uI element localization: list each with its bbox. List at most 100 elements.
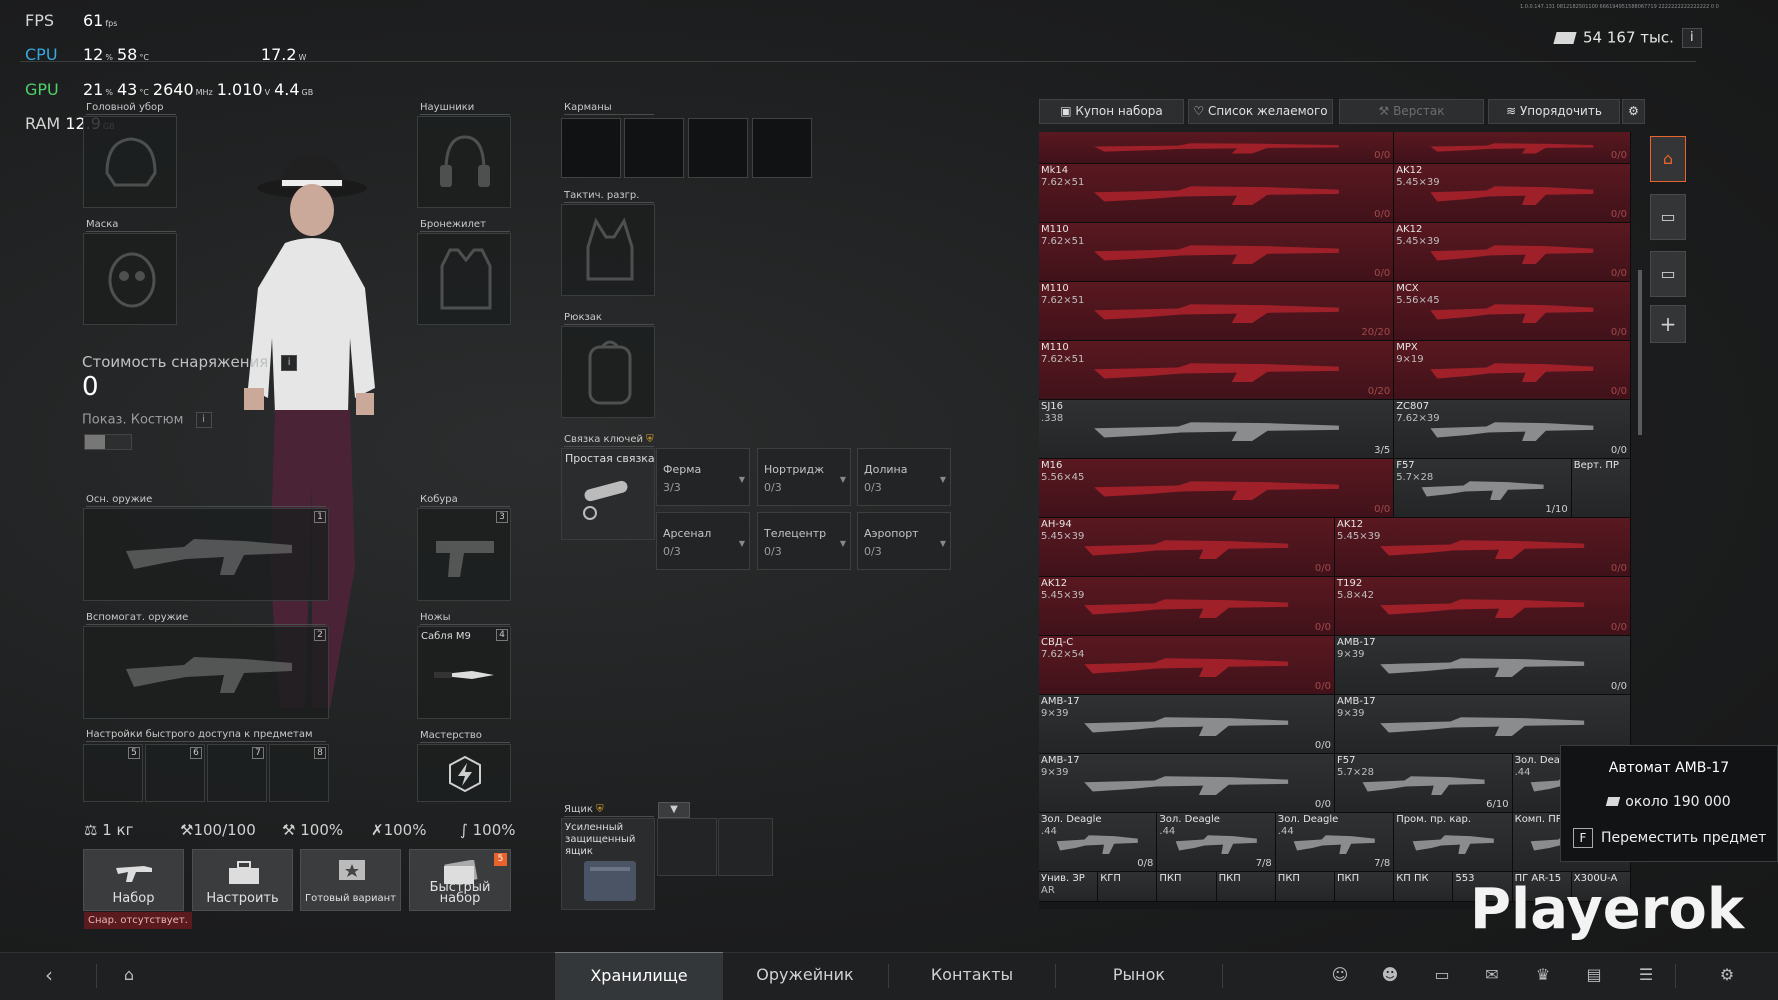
stash-item[interactable]: M110 7.62×51 0/20 [1039, 341, 1395, 401]
stash-item[interactable]: M110 7.62×51 20/20 [1039, 282, 1395, 342]
stash-item[interactable]: Пром. пр. кар. [1394, 813, 1513, 873]
tab-market[interactable]: Рынок [1056, 952, 1222, 1000]
stash-item[interactable]: AK12 5.45×39 0/0 [1394, 164, 1631, 224]
box-slot[interactable]: Усиленный защищенный ящик [561, 818, 655, 910]
keyring-slot[interactable]: Простая связка [561, 448, 655, 540]
trophy-button[interactable]: ♛ [1531, 963, 1555, 987]
key-cell[interactable]: Нортридж 0/3 ▼ [757, 448, 851, 506]
box-cell[interactable] [657, 818, 717, 876]
quick-loadout-button[interactable]: 5 Быстрый набор [409, 849, 511, 911]
stash-item[interactable]: AK12 5.45×39 0/0 [1394, 223, 1631, 283]
secondary-slot[interactable]: 2 [83, 626, 329, 719]
stash-tab-2[interactable]: ▭ [1650, 251, 1686, 297]
pocket-slot[interactable] [752, 118, 812, 178]
sort-button[interactable]: ≋ Упорядочить [1488, 99, 1620, 124]
currency-info-button[interactable]: i [1681, 28, 1702, 48]
stash-item[interactable]: ПКП [1335, 872, 1395, 902]
tooltip-action[interactable]: F Переместить предмет [1573, 828, 1766, 848]
stash-item[interactable]: F57 5.7×28 1/10 [1394, 459, 1572, 519]
mask-slot[interactable] [83, 233, 177, 325]
workbench-button[interactable]: ⚒ Верстак [1339, 99, 1484, 124]
mail-button[interactable]: ✉ [1480, 963, 1504, 987]
key-cell[interactable]: Долина 0/3 ▼ [857, 448, 951, 506]
stash-item[interactable]: ПКП [1157, 872, 1217, 902]
stash-item[interactable]: СВД-С 7.62×54 0/0 [1039, 636, 1335, 696]
key-cell[interactable]: Ферма 3/3 ▼ [656, 448, 750, 506]
home-button[interactable]: ⌂ [117, 963, 141, 987]
pocket-slot[interactable] [561, 118, 621, 178]
headwear-slot[interactable] [83, 116, 177, 208]
knife-slot[interactable]: 4 Сабля М9 [417, 626, 511, 719]
stash-item[interactable]: AK12 5.45×39 0/0 [1039, 577, 1335, 637]
quick-slot[interactable]: 5 [83, 744, 143, 802]
stash-item[interactable]: AMB-17 9×39 0/0 [1039, 754, 1335, 814]
stash-item[interactable]: Унив. ЗР AR [1039, 872, 1099, 902]
stash-item[interactable]: 0/0 [1039, 132, 1395, 165]
costume-toggle[interactable] [84, 434, 132, 450]
headphones-slot[interactable] [417, 116, 511, 208]
pocket-slot[interactable] [688, 118, 748, 178]
notes-button[interactable]: ▤ [1582, 963, 1606, 987]
quick-slot[interactable]: 8 [269, 744, 329, 802]
stash-item[interactable]: ПКП [1216, 872, 1276, 902]
stash-item[interactable]: ZC807 7.62×39 0/0 [1394, 400, 1631, 460]
stash-item[interactable]: AMB-17 9×39 0/0 [1039, 695, 1335, 755]
pin-button[interactable]: ▼ [658, 802, 690, 818]
rig-slot[interactable] [561, 204, 655, 296]
profile-button[interactable]: ☻ [1378, 963, 1402, 987]
stash-item[interactable]: T192 5.8×42 0/0 [1335, 577, 1631, 637]
stash-item[interactable]: AMB-17 9×39 0/0 [1335, 636, 1631, 696]
stash-item[interactable]: F57 5.7×28 6/10 [1335, 754, 1513, 814]
stash-item[interactable]: КП ПК [1394, 872, 1454, 902]
box-cell[interactable] [718, 818, 773, 876]
stash-item[interactable]: SJ16.338 3/5 [1039, 400, 1395, 460]
stash-scrollbar[interactable] [1638, 270, 1642, 435]
wishlist-button[interactable]: ♡ Список желаемого [1188, 99, 1333, 124]
loadout-button[interactable]: Набор [83, 849, 184, 911]
tasks-button[interactable]: ☰ [1634, 963, 1658, 987]
stash-item[interactable]: M110 7.62×51 0/0 [1039, 223, 1395, 283]
key-cell[interactable]: Аэропорт 0/3 ▼ [857, 512, 951, 570]
stash-item[interactable]: MCX 5.56×45 0/0 [1394, 282, 1631, 342]
stash-item[interactable]: Верт. ПР [1571, 459, 1631, 519]
stash-item[interactable]: AH-94 5.45×39 0/0 [1039, 518, 1335, 578]
stash-item[interactable]: M16 5.56×45 0/0 [1039, 459, 1395, 519]
stash-item[interactable]: КГП [1098, 872, 1158, 902]
mastery-slot[interactable] [417, 744, 511, 802]
back-button[interactable]: ‹ [37, 963, 61, 987]
stash-tab-1[interactable]: ▭ [1650, 194, 1686, 240]
stash-item[interactable]: AK12 5.45×39 0/0 [1335, 518, 1631, 578]
chat-button[interactable]: ▭ [1430, 963, 1454, 987]
tab-storage[interactable]: Хранилище [555, 952, 723, 1000]
costume-info-button[interactable]: i [195, 412, 212, 428]
stash-item[interactable]: Mk14 7.62×51 0/0 [1039, 164, 1395, 224]
configure-button[interactable]: Настроить [192, 849, 293, 911]
stash-item[interactable]: Зол. Deagle .44 7/8 [1157, 813, 1276, 873]
pocket-slot[interactable] [624, 118, 684, 178]
add-tab-button[interactable]: + [1650, 305, 1686, 343]
tab-armory[interactable]: Оружейник [722, 952, 888, 1000]
stash-tab-home[interactable]: ⌂ [1650, 136, 1686, 182]
armor-slot[interactable] [417, 233, 511, 325]
kit-coupon-button[interactable]: ▣ Купон набора [1039, 99, 1184, 124]
pistol-icon [436, 541, 494, 577]
sort-settings-button[interactable]: ⚙ [1622, 99, 1645, 124]
friends-button[interactable]: ☺ [1328, 963, 1352, 987]
primary-slot[interactable]: 1 [83, 508, 329, 601]
key-cell[interactable]: Телецентр 0/3 ▼ [757, 512, 851, 570]
gear-cost-info-button[interactable]: i [281, 354, 298, 371]
stash-item[interactable]: ПКП [1275, 872, 1335, 902]
holster-slot[interactable]: 3 [417, 508, 511, 601]
backpack-slot[interactable] [561, 326, 655, 418]
settings-button[interactable]: ⚙ [1715, 963, 1739, 987]
quick-slot[interactable]: 7 [207, 744, 267, 802]
tab-contacts[interactable]: Контакты [889, 952, 1055, 1000]
stash-item-caliber: 9×39 [1337, 708, 1365, 720]
quick-slot[interactable]: 6 [145, 744, 205, 802]
stash-item[interactable]: MPX 9×19 0/0 [1394, 341, 1631, 401]
stash-item[interactable]: Зол. Deagle .44 7/8 [1275, 813, 1395, 873]
preset-button[interactable]: Готовый вариант [300, 849, 401, 911]
key-cell[interactable]: Арсенал 0/3 ▼ [656, 512, 750, 570]
stash-item[interactable]: Зол. Deagle .44 0/8 [1039, 813, 1158, 873]
stash-item[interactable]: 0/0 [1394, 132, 1631, 165]
